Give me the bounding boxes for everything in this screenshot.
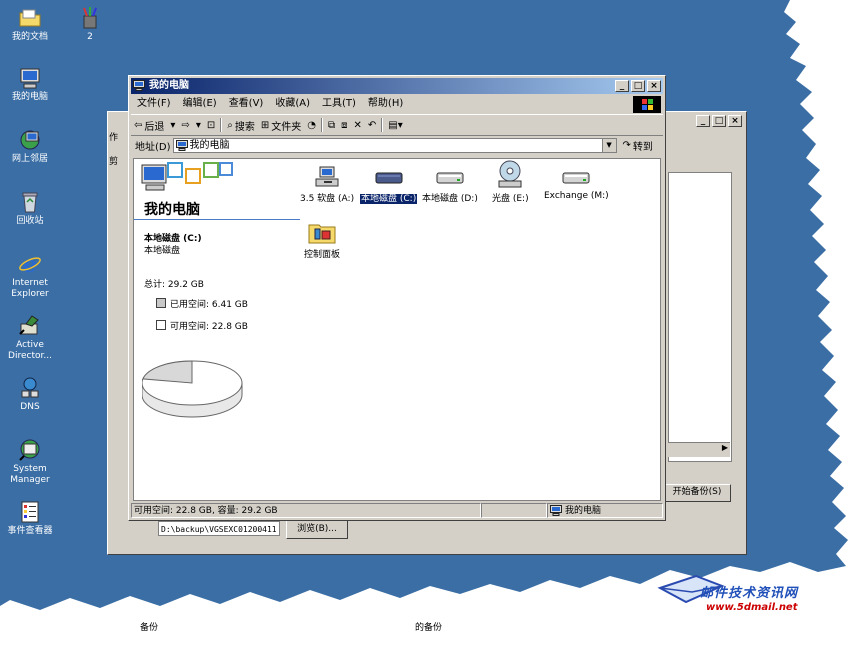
watermark-title: 邮件技术资讯网	[700, 586, 799, 601]
watermark-url: www.5dmail.net	[706, 602, 798, 613]
desktop-background: 我的文档 2 我的电脑 网上邻居 回收站 e Internet Explorer…	[0, 0, 856, 647]
torn-edge-frame	[0, 0, 856, 647]
bottom-left-text: 备份	[140, 623, 159, 633]
bottom-right-text: 的备份	[415, 623, 443, 633]
